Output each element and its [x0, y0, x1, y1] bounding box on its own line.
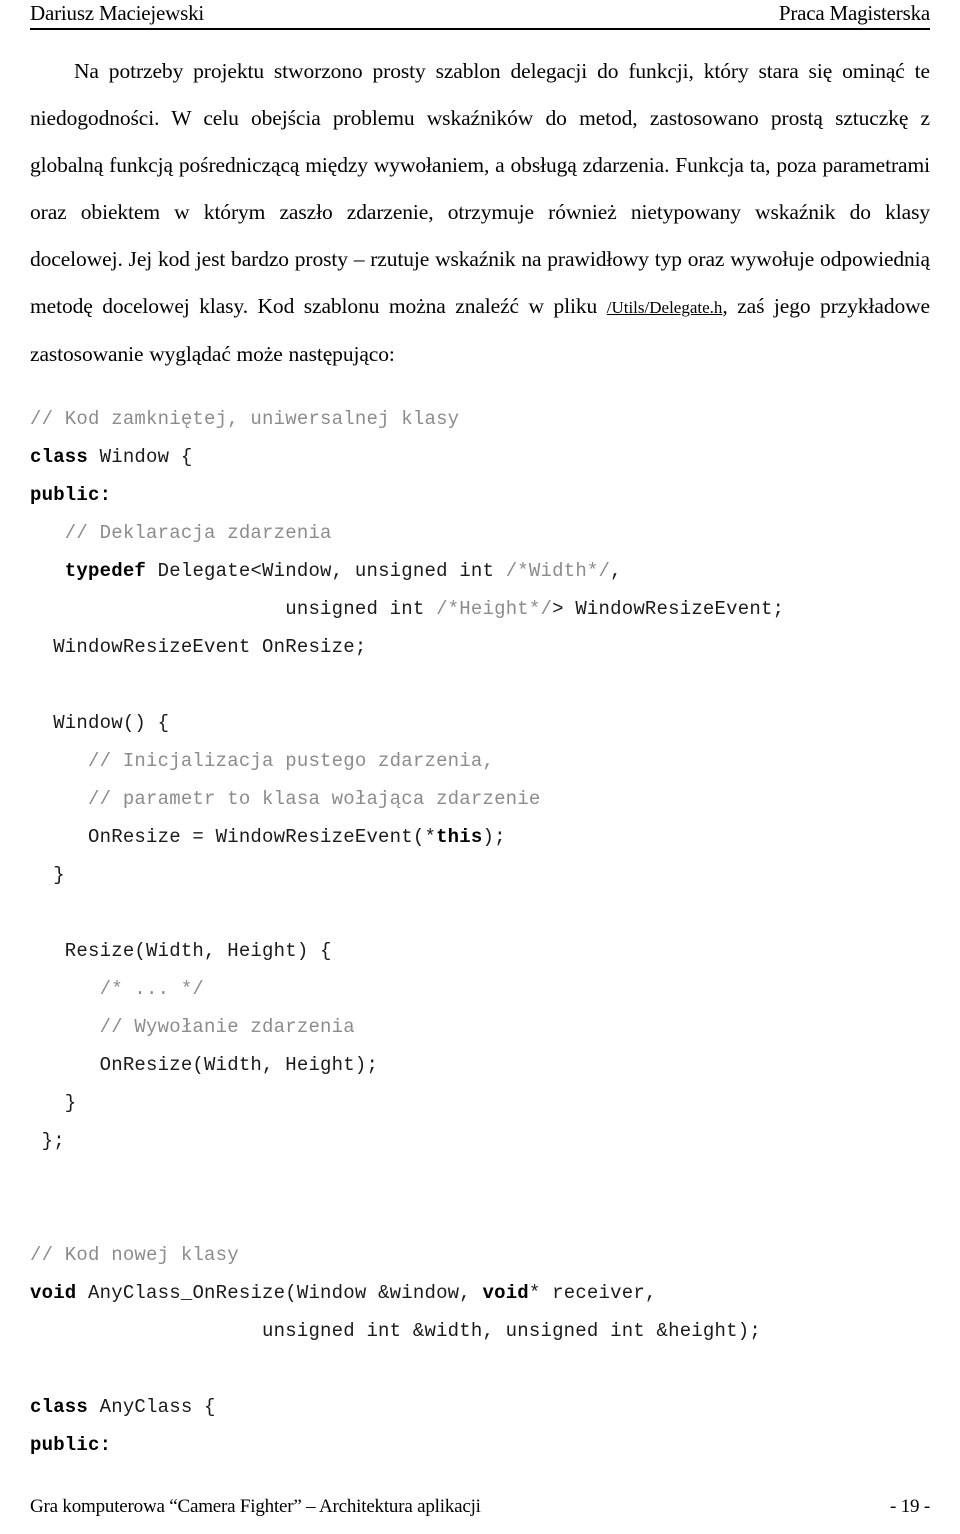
code-line: Resize(Width, Height) { — [30, 932, 930, 970]
paragraph-text-before-link: Na potrzeby projektu stworzono prosty sz… — [30, 59, 930, 319]
page-header: Dariusz Maciejewski Praca Magisterska — [30, 0, 930, 31]
code-comment: /* ... */ — [30, 978, 205, 1001]
code-listing: // Kod zamkniętej, uniwersalnej klasy cla… — [30, 400, 930, 1464]
code-line: /* ... */ — [30, 970, 930, 1008]
code-line: public: — [30, 476, 930, 514]
code-line: // Deklaracja zdarzenia — [30, 514, 930, 552]
code-line: OnResize = WindowResizeEvent(*this); — [30, 818, 930, 856]
code-keyword: this — [436, 826, 483, 849]
code-text: Window() { — [30, 712, 170, 735]
code-text: AnyClass { — [88, 1396, 216, 1419]
code-keyword: void — [482, 1282, 529, 1305]
code-comment: // Deklaracja zdarzenia — [30, 522, 332, 545]
code-keyword: typedef — [30, 560, 147, 583]
code-text: Delegate<Window, unsigned int — [146, 560, 506, 583]
code-comment: // Inicjalizacja pustego zdarzenia, — [30, 750, 495, 773]
code-comment: // Kod nowej klasy — [30, 1244, 239, 1267]
header-doc-type: Praca Magisterska — [778, 1, 930, 25]
code-line: } — [30, 856, 930, 894]
code-text: } — [30, 1092, 77, 1115]
page-footer: Gra komputerowa “Camera Fighter” – Archi… — [30, 1496, 930, 1518]
code-line: class Window { — [30, 438, 930, 476]
code-line: OnResize(Width, Height); — [30, 1046, 930, 1084]
code-line: // Kod nowej klasy — [30, 1236, 930, 1274]
code-text: AnyClass_OnResize(Window &window, — [76, 1282, 483, 1305]
code-line: }; — [30, 1122, 930, 1160]
code-keyword: void — [30, 1282, 77, 1305]
code-comment: // parametr to klasa wołająca zdarzenie — [30, 788, 541, 811]
code-comment: /*Height*/ — [436, 598, 553, 621]
code-line: void AnyClass_OnResize(Window &window, v… — [30, 1274, 930, 1312]
code-text: unsigned int — [30, 598, 437, 621]
code-text: Window { — [88, 446, 193, 469]
code-text: ); — [482, 826, 506, 849]
code-text: }; — [30, 1130, 65, 1153]
code-line: // Wywołanie zdarzenia — [30, 1008, 930, 1046]
code-text: WindowResizeEvent OnResize; — [30, 636, 367, 659]
code-text: } — [30, 864, 65, 887]
code-line: // Kod zamkniętej, uniwersalnej klasy — [30, 400, 930, 438]
file-path-reference: /Utils/Delegate.h — [606, 298, 723, 318]
code-keyword: public: — [30, 484, 112, 507]
code-comment: // Kod zamkniętej, uniwersalnej klasy — [30, 408, 460, 431]
code-text: * receiver, — [528, 1282, 657, 1305]
code-line: class AnyClass { — [30, 1388, 930, 1426]
header-author: Dariusz Maciejewski — [30, 1, 205, 25]
code-line: unsigned int /*Height*/> WindowResizeEve… — [30, 590, 930, 628]
code-keyword: public: — [30, 1434, 112, 1457]
code-line: typedef Delegate<Window, unsigned int /*… — [30, 552, 930, 590]
code-text: Resize(Width, Height) { — [30, 940, 332, 963]
code-text: , — [610, 560, 622, 583]
body-paragraph: Na potrzeby projektu stworzono prosty sz… — [30, 48, 930, 378]
code-line: } — [30, 1084, 930, 1122]
code-line: Window() { — [30, 704, 930, 742]
code-text: OnResize = WindowResizeEvent(* — [30, 826, 437, 849]
code-keyword: class — [30, 446, 89, 469]
document-page: Dariusz Maciejewski Praca Magisterska Na… — [0, 0, 960, 1534]
code-text: > WindowResizeEvent; — [552, 598, 785, 621]
code-line: WindowResizeEvent OnResize; — [30, 628, 930, 666]
code-text: OnResize(Width, Height); — [30, 1054, 379, 1077]
code-comment: /*Width*/ — [505, 560, 611, 583]
code-keyword: class — [30, 1396, 89, 1419]
footer-page-number: - 19 - — [890, 1496, 930, 1517]
code-line: // parametr to klasa wołająca zdarzenie — [30, 780, 930, 818]
code-line: public: — [30, 1426, 930, 1464]
code-text: unsigned int &width, unsigned int &heigh… — [30, 1320, 761, 1343]
code-line: // Inicjalizacja pustego zdarzenia, — [30, 742, 930, 780]
code-line: unsigned int &width, unsigned int &heigh… — [30, 1312, 930, 1350]
code-comment: // Wywołanie zdarzenia — [30, 1016, 355, 1039]
footer-chapter-title: Gra komputerowa “Camera Fighter” – Archi… — [30, 1496, 481, 1517]
